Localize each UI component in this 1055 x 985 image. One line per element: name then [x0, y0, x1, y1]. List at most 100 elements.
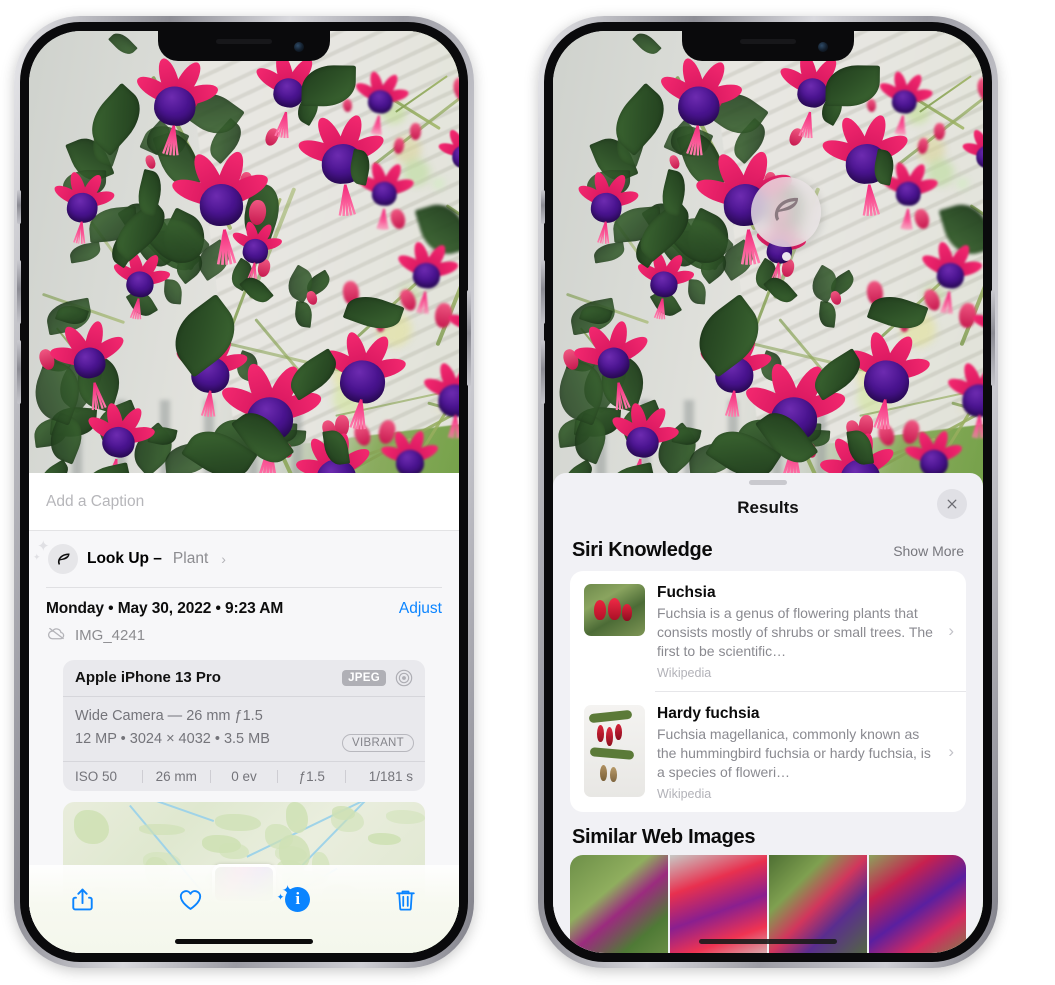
result-description: Fuchsia is a genus of flowering plants t… — [657, 605, 933, 660]
lens-info: Wide Camera — 26 mm ƒ1.5 — [75, 707, 263, 724]
phone-left-body: Add a Caption ✦ ✦ Look Up – Plant › Mond… — [17, 22, 471, 962]
fuchsia-bloom — [970, 299, 983, 353]
fuchsia-bloom — [51, 168, 116, 244]
volume-down-button[interactable] — [17, 340, 21, 404]
exif-stat: 26 mm — [155, 769, 197, 785]
home-indicator[interactable] — [699, 939, 837, 944]
chevron-right-icon: › — [948, 741, 954, 761]
cloud-slash-icon — [46, 623, 67, 649]
results-sheet: Results Siri Knowledge Show More Fuchsia… — [553, 473, 983, 953]
map-waterway — [138, 802, 215, 823]
camera-device-name: Apple iPhone 13 Pro — [75, 669, 221, 686]
show-more-button[interactable]: Show More — [893, 543, 964, 559]
aperture-icon — [394, 668, 414, 688]
exif-header-badges: JPEG — [342, 668, 414, 688]
fuchsia-bloom — [877, 68, 934, 136]
photo-info-sheet: Add a Caption ✦ ✦ Look Up – Plant › Mond… — [29, 473, 459, 953]
result-text: Hardy fuchsia Fuchsia magellanica, common… — [657, 705, 954, 801]
result-text: Fuchsia Fuchsia is a genus of flowering p… — [657, 584, 954, 680]
map-green-area — [138, 823, 185, 836]
exif-card[interactable]: Apple iPhone 13 Pro JPEG Wide Camera — 2… — [63, 659, 425, 792]
knowledge-result-row[interactable]: Fuchsia Fuchsia is a genus of flowering p… — [570, 571, 966, 691]
phone-right-body: Results Siri Knowledge Show More Fuchsia… — [541, 22, 995, 962]
caption-placeholder: Add a Caption — [46, 492, 145, 510]
result-source: Wikipedia — [657, 786, 712, 801]
fuchsia-bloom — [919, 238, 983, 314]
leaf-icon — [48, 544, 78, 574]
metadata-file-row: IMG_4241 — [46, 618, 442, 649]
exif-stat: ƒ1.5 — [298, 769, 325, 785]
volume-up-button[interactable] — [541, 260, 545, 324]
siri-knowledge-header: Siri Knowledge Show More — [553, 531, 983, 571]
favorite-button[interactable] — [167, 879, 213, 919]
look-up-subject: Plant — [172, 550, 209, 567]
power-button[interactable] — [467, 290, 471, 386]
photo-date: Monday • May 30, 2022 • 9:23 AM — [46, 599, 284, 617]
visual-look-up-anchor-dot — [782, 252, 791, 261]
result-description: Fuchsia magellanica, commonly known as t… — [657, 725, 931, 780]
close-button[interactable] — [937, 489, 967, 519]
look-up-row[interactable]: ✦ ✦ Look Up – Plant › — [29, 531, 459, 587]
notch — [158, 31, 330, 61]
phone-left: Add a Caption ✦ ✦ Look Up – Plant › Mond… — [14, 16, 474, 968]
photo-filename: IMG_4241 — [75, 627, 146, 644]
screenshot-stage: Add a Caption ✦ ✦ Look Up – Plant › Mond… — [0, 0, 1055, 985]
knowledge-result-row[interactable]: Hardy fuchsia Fuchsia magellanica, common… — [570, 692, 966, 812]
chevron-right-icon: › — [948, 621, 954, 641]
look-up-label: Look Up – — [87, 550, 162, 567]
map-green-area — [73, 810, 109, 845]
power-button[interactable] — [991, 290, 995, 386]
fuchsia-bloom — [575, 168, 640, 244]
map-green-area — [368, 833, 401, 845]
similar-web-images-header: Similar Web Images — [553, 812, 983, 855]
notch — [682, 31, 854, 61]
results-header: Results — [553, 485, 983, 531]
look-up-block: ✦ ✦ Look Up – Plant › — [29, 531, 459, 587]
map-green-area — [215, 814, 262, 832]
mute-switch[interactable] — [541, 190, 545, 224]
exif-stat: 0 ev — [231, 769, 257, 785]
volume-down-button[interactable] — [541, 340, 545, 404]
result-thumbnail — [584, 584, 645, 636]
result-title: Hardy fuchsia — [657, 704, 760, 722]
phone-left-screen: Add a Caption ✦ ✦ Look Up – Plant › Mond… — [29, 31, 459, 953]
look-up-icon-group: ✦ ✦ — [33, 539, 78, 574]
visual-look-up-badge[interactable] — [751, 177, 821, 247]
exif-header: Apple iPhone 13 Pro JPEG — [63, 660, 425, 697]
exif-stat: ISO 50 — [75, 769, 118, 785]
similar-web-images-title: Similar Web Images — [572, 825, 756, 848]
leaf-icon — [769, 193, 803, 232]
fuchsia-bloom — [395, 238, 459, 314]
format-badge: JPEG — [342, 669, 386, 686]
map-green-area — [331, 809, 365, 833]
info-button[interactable]: ✦ ✦ i — [275, 879, 321, 919]
caption-input[interactable]: Add a Caption — [29, 473, 459, 531]
exif-stat: 1/181 s — [368, 769, 413, 785]
results-title: Results — [737, 498, 799, 517]
chevron-right-icon: › — [221, 551, 226, 567]
phone-right-screen: Results Siri Knowledge Show More Fuchsia… — [553, 31, 983, 953]
exif-body: Wide Camera — 26 mm ƒ1.5 12 MP • 3024 × … — [63, 697, 425, 763]
earpiece-speaker — [216, 39, 272, 44]
fuchsia-bloom — [230, 219, 283, 281]
mute-switch[interactable] — [17, 190, 21, 224]
result-title: Fuchsia — [657, 584, 716, 601]
web-image-thumbnail[interactable] — [570, 854, 668, 953]
sparkles-small-icon: ✦ — [276, 892, 285, 902]
photographic-style-badge: VIBRANT — [342, 734, 414, 753]
volume-up-button[interactable] — [17, 260, 21, 324]
fuchsia-bloom — [353, 68, 410, 136]
exif-stats-row: ISO 50 26 mm 0 ev ƒ1.5 1/181 s — [63, 762, 425, 791]
phone-right: Results Siri Knowledge Show More Fuchsia… — [538, 16, 998, 968]
siri-knowledge-title: Siri Knowledge — [572, 539, 713, 561]
metadata-date-row: Monday • May 30, 2022 • 9:23 AM Adjust — [46, 588, 442, 618]
siri-knowledge-card: Fuchsia Fuchsia is a genus of flowering p… — [570, 571, 966, 812]
web-image-thumbnail[interactable] — [868, 854, 966, 953]
map-green-area — [201, 835, 241, 854]
earpiece-speaker — [740, 39, 796, 44]
fuchsia-bloom — [446, 299, 459, 353]
share-button[interactable] — [60, 879, 106, 919]
adjust-button[interactable]: Adjust — [399, 600, 442, 618]
home-indicator[interactable] — [175, 939, 313, 944]
delete-button[interactable] — [382, 879, 428, 919]
